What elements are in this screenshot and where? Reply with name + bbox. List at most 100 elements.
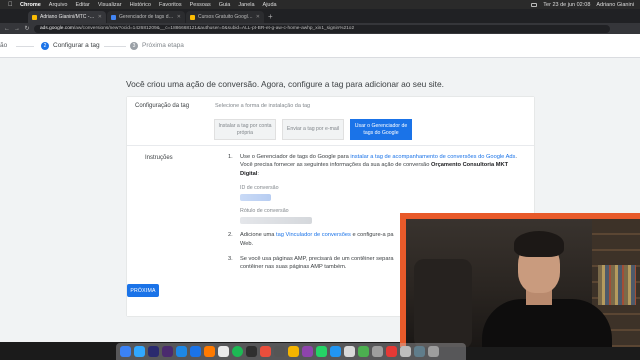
option-install-yourself[interactable]: Instalar a tag por conta própria — [214, 119, 276, 140]
tab-title: Adriano Gianini/MTC - Google Ads — [40, 14, 95, 20]
tag-configuration-hint: Selecione a forma de instalação da tag — [215, 103, 311, 109]
close-tab-icon[interactable]: ✕ — [177, 14, 181, 20]
macos-menu-bar:  Chrome Arquivo Editar Visualizar Histó… — [0, 0, 640, 9]
address-bar[interactable]: ads.google.com/aw/conversions/new?ocid=1… — [34, 24, 610, 33]
step-label: Configurar a tag — [53, 42, 100, 49]
battery-icon[interactable] — [531, 2, 538, 7]
app-store-icon[interactable] — [176, 346, 187, 357]
browser-tab[interactable]: Adriano Gianini/MTC - Google Ads ✕ — [28, 11, 106, 23]
settings-icon[interactable] — [274, 346, 285, 357]
webcam-overlay — [400, 213, 640, 347]
forward-icon[interactable]: → — [14, 26, 20, 32]
app-icon[interactable] — [344, 346, 355, 357]
browser-tab[interactable]: Gerenciador de tags do Google ✕ — [107, 11, 185, 23]
person-shirt — [482, 299, 612, 347]
facetime-icon[interactable] — [358, 346, 369, 357]
chair — [414, 259, 472, 347]
browser-tab-strip: Adriano Gianini/MTC - Google Ads ✕ Geren… — [0, 9, 640, 23]
course-favicon-icon — [190, 14, 195, 20]
after-effects-icon[interactable] — [162, 346, 173, 357]
macos-dock — [116, 343, 466, 360]
photoshop-icon[interactable] — [134, 346, 145, 357]
step-number: 2. — [228, 232, 233, 239]
downloads-icon[interactable] — [414, 346, 425, 357]
chrome-icon[interactable] — [218, 346, 229, 357]
conversion-label-value-redacted[interactable] — [240, 217, 312, 225]
instruction-text: Adicione uma — [240, 232, 277, 239]
conversion-id-value-redacted[interactable] — [240, 194, 271, 202]
instruction-text: contêiner nas suas páginas AMP também. — [240, 264, 347, 271]
menu-janela[interactable]: Janela — [238, 2, 254, 8]
menu-bar-status: Ter 23 de jun 02:08 Adriano Gianini — [531, 0, 634, 9]
step-number: 3 — [130, 41, 138, 50]
install-tag-link[interactable]: instalar a tag de acompanhamento de conv… — [350, 154, 515, 160]
close-tab-icon[interactable]: ✕ — [256, 14, 260, 20]
tag-configuration-row: Configuração da tag Selecione a forma de… — [127, 97, 534, 146]
calendar-icon[interactable] — [260, 346, 271, 357]
instruction-text: Use o Gerenciador de tags do Google para — [240, 154, 351, 160]
step-number: 3. — [228, 256, 233, 263]
apple-icon[interactable]:  — [8, 2, 13, 8]
step-label: Próxima etapa — [142, 42, 184, 49]
notes-icon[interactable] — [288, 346, 299, 357]
menu-chrome[interactable]: Chrome — [20, 2, 41, 8]
tab-title: Cursos Gratuito Google Ads - Br — [198, 14, 253, 20]
app-icon[interactable] — [400, 346, 411, 357]
step-number: 1. — [228, 154, 233, 160]
conversion-stepper: ão 2 Configurar a tag 3 Próxima etapa — [0, 34, 640, 58]
tag-configuration-label: Configuração da tag — [135, 103, 190, 109]
browser-toolbar: ← → ↻ ads.google.com/aw/conversions/new?… — [0, 23, 640, 34]
browser-tab[interactable]: Cursos Gratuito Google Ads - Br ✕ — [186, 11, 264, 23]
menu-pessoas[interactable]: Pessoas — [190, 2, 211, 8]
person-hair — [514, 231, 564, 257]
clock[interactable]: Ter 23 de jun 02:08 — [543, 2, 590, 8]
step-configure-tag: 2 Configurar a tag — [41, 41, 100, 50]
whatsapp-icon[interactable] — [316, 346, 327, 357]
menu-ajuda[interactable]: Ajuda — [263, 2, 277, 8]
previous-step-label: ão — [0, 42, 8, 49]
close-tab-icon[interactable]: ✕ — [98, 14, 102, 20]
stepper-line — [104, 46, 126, 47]
menu-historico[interactable]: Histórico — [130, 2, 151, 8]
new-tab-icon[interactable]: + — [268, 11, 273, 23]
premiere-icon[interactable] — [148, 346, 159, 357]
books — [598, 265, 636, 305]
google-ads-favicon-icon — [32, 14, 37, 20]
finder-icon[interactable] — [120, 346, 131, 357]
address-path: /aw/conversions/new?ocid=142681209&__c=1… — [73, 25, 355, 31]
reload-icon[interactable]: ↻ — [24, 25, 30, 32]
next-button[interactable]: PRÓXIMA — [127, 284, 159, 297]
step-number: 2 — [41, 41, 49, 50]
instruction-text: Se você usa páginas AMP, precisará de um… — [240, 256, 394, 263]
spotify-icon[interactable] — [232, 346, 243, 357]
trash-icon[interactable] — [428, 346, 439, 357]
app-icon[interactable] — [302, 346, 313, 357]
preview-icon[interactable] — [372, 346, 383, 357]
conversion-id-label: ID de conversão — [240, 184, 279, 191]
stepper-line — [16, 46, 34, 47]
firefox-icon[interactable] — [204, 346, 215, 357]
telegram-icon[interactable] — [330, 346, 341, 357]
step-next: 3 Próxima etapa — [130, 41, 184, 50]
option-use-tag-manager[interactable]: Usar o Gerenciador de tags do Google — [350, 119, 412, 140]
terminal-icon[interactable] — [246, 346, 257, 357]
menu-visualizar[interactable]: Visualizar — [98, 2, 122, 8]
menu-favoritos[interactable]: Favoritos — [159, 2, 182, 8]
option-email-tag[interactable]: Enviar a tag por e-mail — [282, 119, 344, 140]
tab-title: Gerenciador de tags do Google — [119, 14, 174, 20]
conversion-linker-link[interactable]: tag Vinculador de conversões — [276, 232, 351, 238]
user-name[interactable]: Adriano Gianini — [596, 2, 634, 8]
instructions-label: Instruções — [145, 155, 173, 161]
address-host: ads.google.com — [40, 25, 74, 31]
tag-manager-favicon-icon — [111, 14, 116, 20]
safari-icon[interactable] — [190, 346, 201, 357]
instruction-text: e configure-a pa — [350, 232, 394, 239]
page-headline: Você criou uma ação de conversão. Agora,… — [126, 79, 444, 89]
menu-guia[interactable]: Guia — [219, 2, 231, 8]
back-icon[interactable]: ← — [4, 26, 10, 32]
instruction-text: Web. — [240, 240, 254, 247]
menu-arquivo[interactable]: Arquivo — [49, 2, 68, 8]
menu-editar[interactable]: Editar — [75, 2, 89, 8]
app-icon[interactable] — [386, 346, 397, 357]
instruction-text: : — [257, 170, 259, 177]
